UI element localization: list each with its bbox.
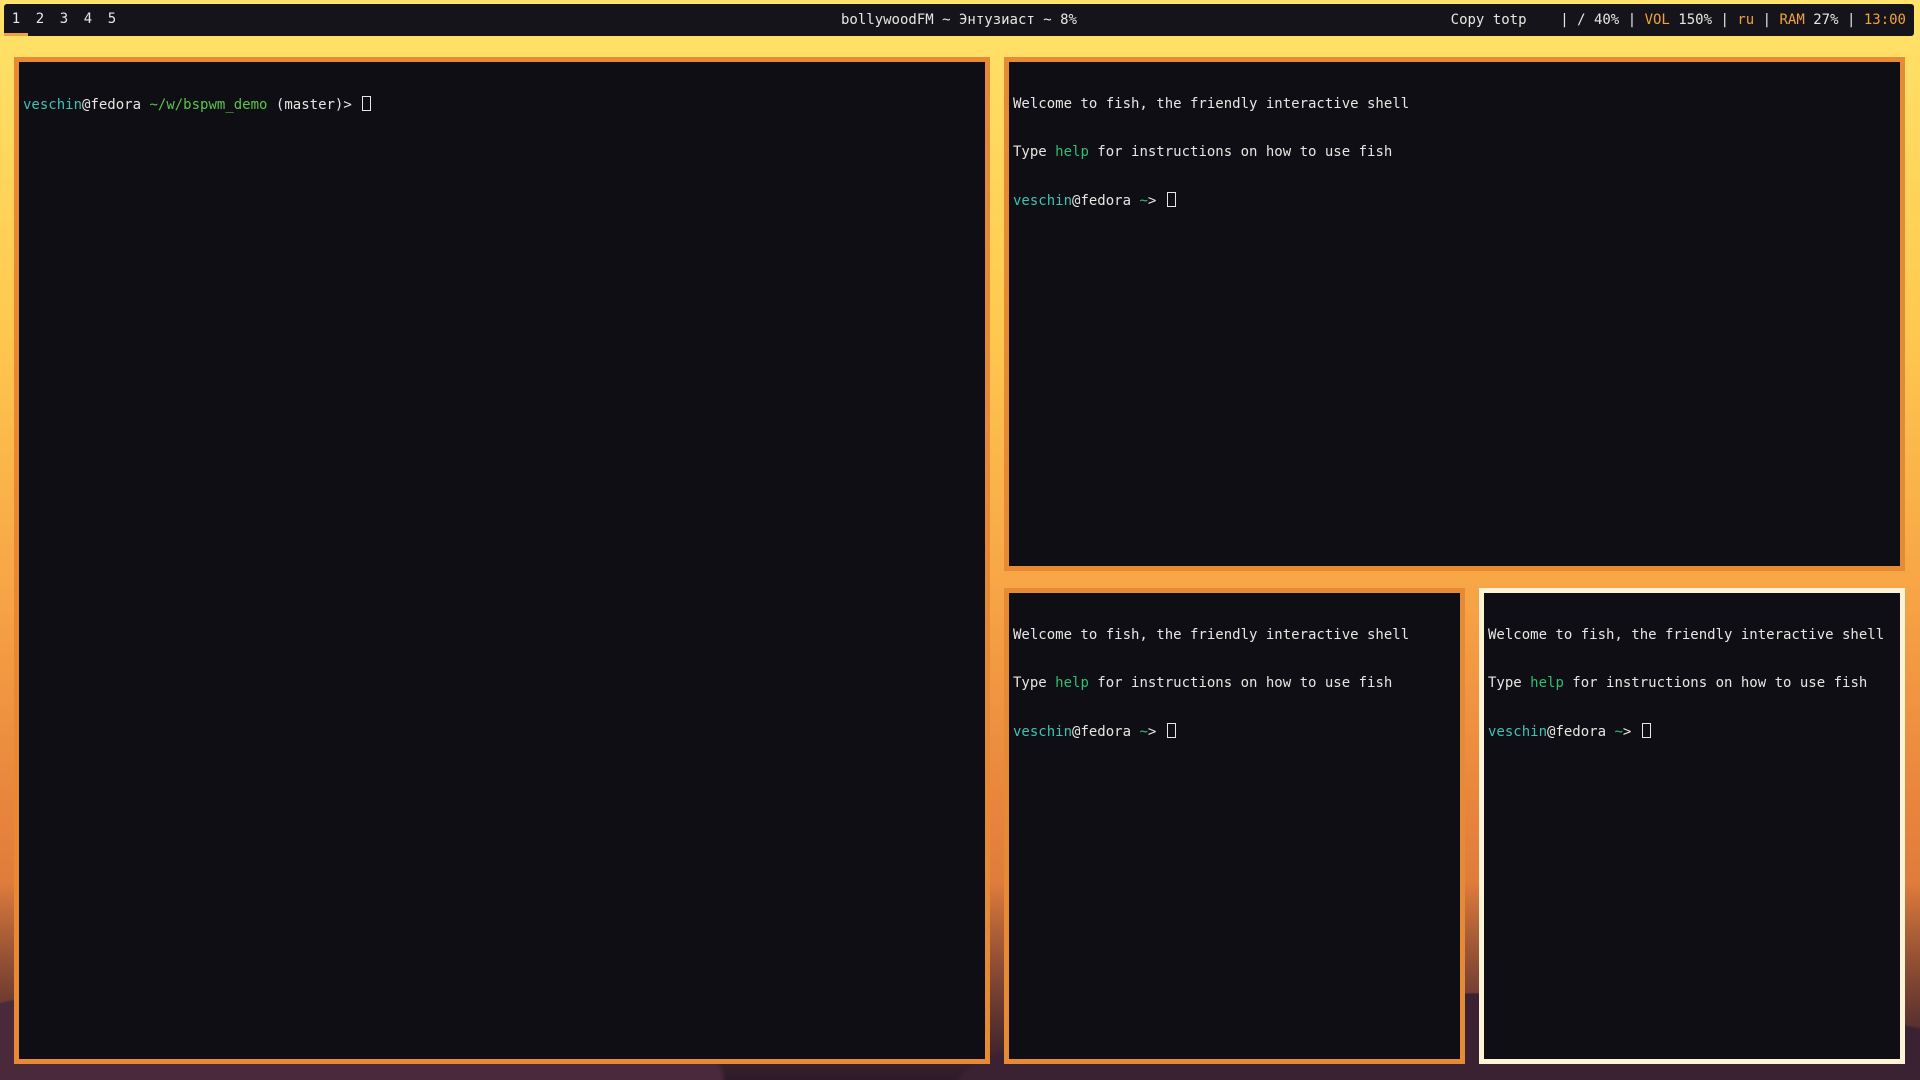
prompt-path: ~ bbox=[1139, 724, 1148, 740]
prompt-host: @fedora bbox=[1072, 724, 1132, 740]
prompt-line: veschin@fedora ~> bbox=[1013, 192, 1896, 209]
keyboard-layout[interactable]: ru bbox=[1737, 4, 1754, 36]
text-cursor bbox=[362, 96, 372, 111]
welcome-line: Welcome to fish, the friendly interactiv… bbox=[1013, 96, 1410, 112]
help-command: help bbox=[1055, 675, 1089, 691]
clock: 13:00 bbox=[1863, 12, 1906, 28]
prompt-branch: (master)> bbox=[275, 97, 352, 113]
volume-label: VOL bbox=[1644, 12, 1670, 28]
status-bar: 1 2 3 4 5 bollywoodFM ~ Энтузиаст ~ 8% C… bbox=[4, 4, 1914, 36]
prompt-line: veschin@fedora ~/w/bspwm_demo (master)> bbox=[23, 96, 981, 113]
prompt-end: > bbox=[1147, 193, 1157, 209]
prompt-user: veschin bbox=[1013, 724, 1073, 740]
workspace-1[interactable]: 1 bbox=[4, 4, 28, 36]
workspace-list: 1 2 3 4 5 bbox=[4, 4, 124, 36]
help-line-suffix: for instructions on how to use fish bbox=[1088, 144, 1393, 160]
terminal-left[interactable]: veschin@fedora ~/w/bspwm_demo (master)> bbox=[14, 57, 990, 1064]
text-cursor bbox=[1166, 192, 1176, 207]
prompt-end: > bbox=[1622, 724, 1632, 740]
bar-modules: Copy totp | / 40% | VOL 150% | ru | RAM … bbox=[1451, 4, 1906, 36]
workspace-5[interactable]: 5 bbox=[100, 4, 124, 36]
text-cursor bbox=[1641, 723, 1651, 738]
prompt-user: veschin bbox=[23, 97, 83, 113]
workspace-2[interactable]: 2 bbox=[28, 4, 52, 36]
terminal-bottom-middle[interactable]: Welcome to fish, the friendly interactiv… bbox=[1004, 588, 1465, 1064]
prompt-path: ~ bbox=[1139, 193, 1148, 209]
welcome-line: Welcome to fish, the friendly interactiv… bbox=[1488, 627, 1885, 643]
separator: | bbox=[1762, 12, 1772, 28]
terminal-top-right[interactable]: Welcome to fish, the friendly interactiv… bbox=[1004, 57, 1905, 571]
prompt-host: @fedora bbox=[1072, 193, 1132, 209]
help-line-prefix: Type bbox=[1013, 675, 1056, 691]
copy-totp-button[interactable]: Copy totp bbox=[1451, 4, 1527, 36]
separator: | bbox=[1846, 12, 1856, 28]
now-playing[interactable]: bollywoodFM ~ Энтузиаст ~ 8% bbox=[841, 12, 1077, 28]
prompt-host: @fedora bbox=[1547, 724, 1607, 740]
workspace-3[interactable]: 3 bbox=[52, 4, 76, 36]
help-command: help bbox=[1530, 675, 1564, 691]
help-line: Type help for instructions on how to use… bbox=[1013, 144, 1896, 160]
prompt-line: veschin@fedora ~> bbox=[1013, 723, 1456, 740]
disk-usage: / 40% bbox=[1577, 12, 1620, 28]
help-line-prefix: Type bbox=[1488, 675, 1531, 691]
ram-value: 27% bbox=[1813, 12, 1839, 28]
separator: | bbox=[1720, 12, 1729, 28]
help-line-suffix: for instructions on how to use fish bbox=[1563, 675, 1868, 691]
prompt-host: @fedora bbox=[82, 97, 142, 113]
ram-label: RAM bbox=[1779, 12, 1805, 28]
prompt-line: veschin@fedora ~> bbox=[1488, 723, 1896, 740]
terminal-bottom-right[interactable]: Welcome to fish, the friendly interactiv… bbox=[1479, 588, 1905, 1064]
welcome-line: Welcome to fish, the friendly interactiv… bbox=[1013, 627, 1410, 643]
help-line-suffix: for instructions on how to use fish bbox=[1088, 675, 1393, 691]
help-command: help bbox=[1055, 144, 1089, 160]
help-line: Type help for instructions on how to use… bbox=[1488, 675, 1896, 691]
separator: | bbox=[1560, 12, 1569, 28]
workspace-4[interactable]: 4 bbox=[76, 4, 100, 36]
prompt-user: veschin bbox=[1013, 193, 1073, 209]
volume-value[interactable]: 150% bbox=[1678, 4, 1712, 36]
prompt-path: ~/w/bspwm_demo bbox=[149, 97, 268, 113]
help-line-prefix: Type bbox=[1013, 144, 1056, 160]
help-line: Type help for instructions on how to use… bbox=[1013, 675, 1456, 691]
prompt-end: > bbox=[1147, 724, 1157, 740]
text-cursor bbox=[1166, 723, 1176, 738]
prompt-user: veschin bbox=[1488, 724, 1548, 740]
prompt-path: ~ bbox=[1614, 724, 1623, 740]
separator: | bbox=[1627, 12, 1637, 28]
